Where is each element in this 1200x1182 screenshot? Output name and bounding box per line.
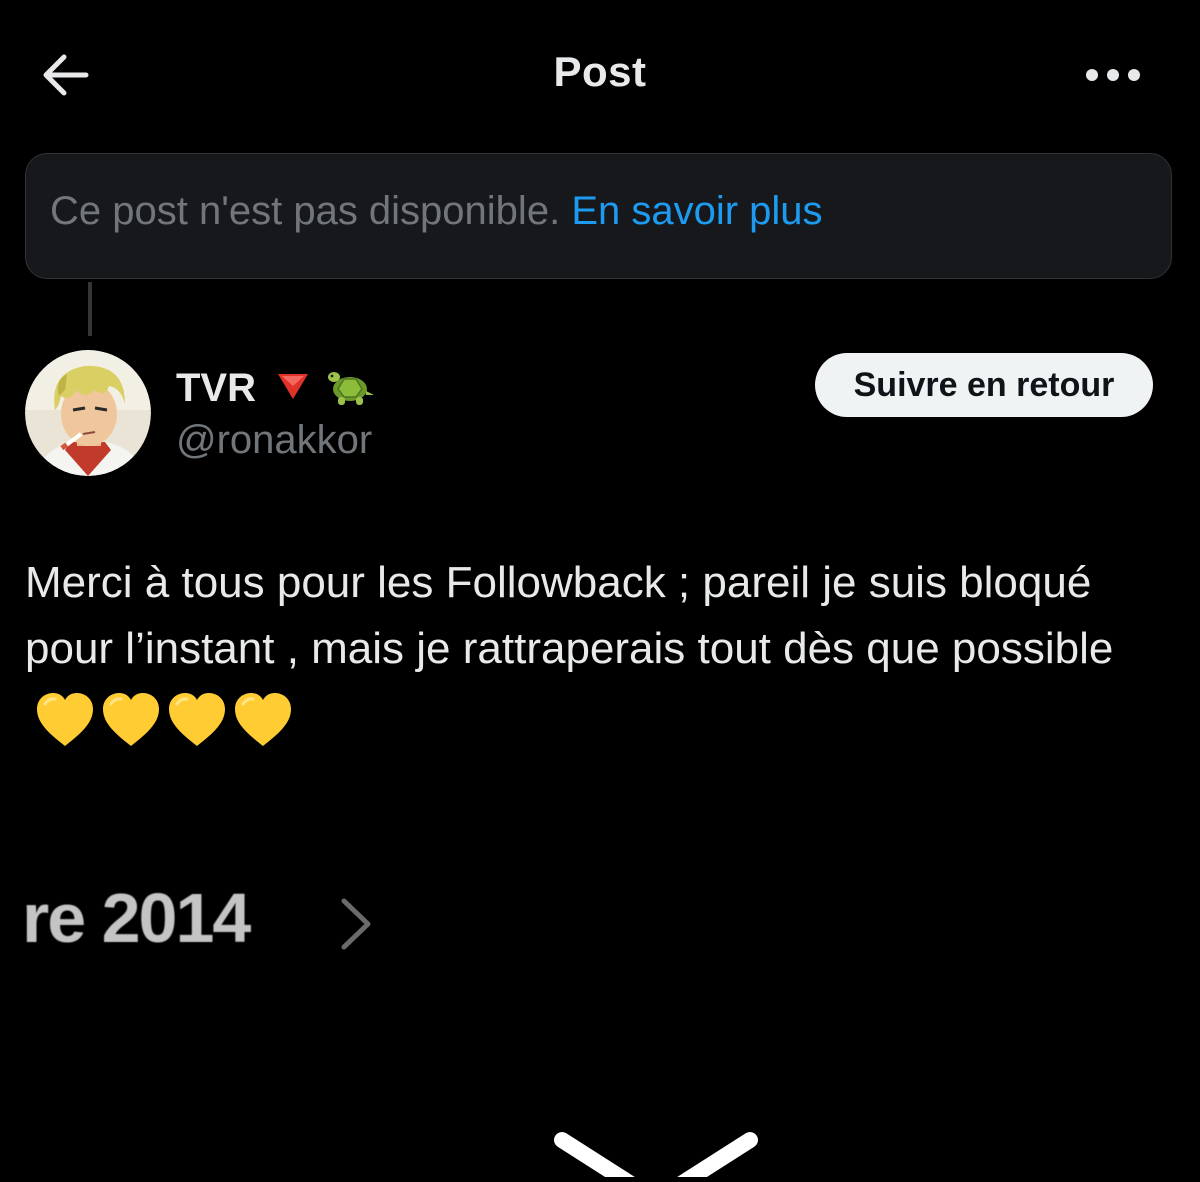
post-text: Merci à tous pour les Followback ; parei… bbox=[25, 558, 1114, 673]
page-title: Post bbox=[553, 48, 647, 95]
yellow-heart-icon bbox=[37, 692, 93, 746]
author-name[interactable]: TVR bbox=[176, 366, 256, 411]
partial-date-text: re 2014 bbox=[22, 879, 251, 957]
more-options-icon[interactable] bbox=[1084, 58, 1142, 92]
follow-back-button[interactable]: Suivre en retour bbox=[815, 353, 1153, 417]
hearts-group bbox=[35, 684, 299, 750]
turtle-icon bbox=[326, 363, 378, 414]
top-bar: Post bbox=[0, 0, 1200, 150]
post-body: Merci à tous pour les Followback ; parei… bbox=[25, 550, 1175, 750]
yellow-heart-icon bbox=[103, 692, 159, 746]
chevron-down-icon[interactable] bbox=[552, 1130, 760, 1182]
yellow-heart-icon bbox=[169, 692, 225, 746]
author-name-row: TVR bbox=[176, 362, 378, 414]
learn-more-link[interactable]: En savoir plus bbox=[571, 189, 822, 233]
author-handle[interactable]: @ronakkor bbox=[176, 418, 372, 463]
yellow-heart-icon bbox=[235, 692, 291, 746]
unavailable-post-notice: Ce post n'est pas disponible. En savoir … bbox=[25, 153, 1172, 279]
avatar[interactable] bbox=[25, 350, 151, 476]
chevron-right-icon bbox=[336, 893, 376, 955]
red-triangle-down-icon bbox=[276, 371, 310, 406]
notice-message: Ce post n'est pas disponible. En savoir … bbox=[50, 189, 823, 234]
notice-text: Ce post n'est pas disponible. bbox=[50, 189, 561, 233]
thread-connector-line bbox=[88, 282, 92, 336]
